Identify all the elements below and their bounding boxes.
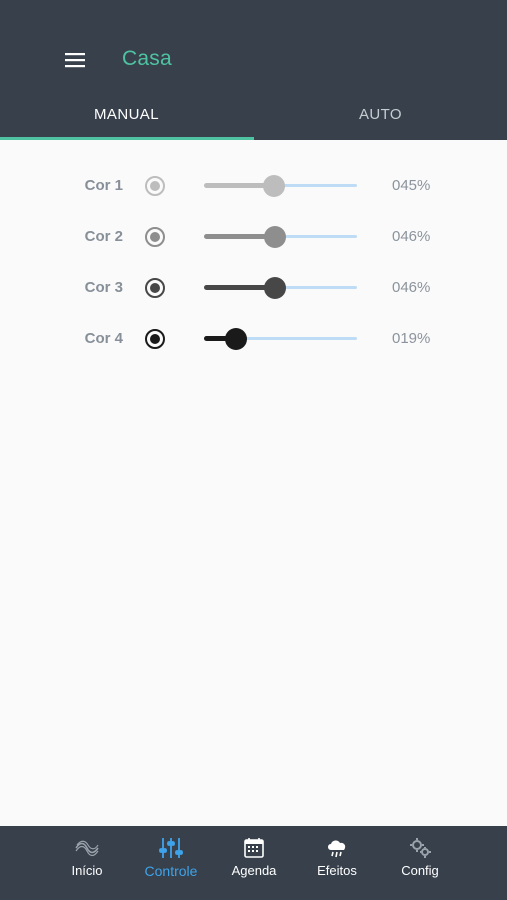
nav-label: Efeitos [317,863,357,878]
color-label: Cor 1 [84,177,123,194]
color-slider[interactable] [204,223,357,251]
nav-item-controle[interactable]: Controle [131,826,211,900]
color-percentage: 046% [392,228,431,245]
color-slider[interactable] [204,325,357,353]
nav-item-config[interactable]: Config [380,826,460,900]
nav-label: Agenda [231,863,277,878]
nav-item-agenda[interactable]: Agenda [214,826,294,900]
color-radio-button[interactable] [144,328,166,350]
cloud-rain-icon [328,840,346,858]
color-row: Cor 4 019% [0,319,507,359]
color-row: Cor 1 045% [0,166,507,206]
nav-label: Início [71,863,103,878]
color-label: Cor 2 [84,228,123,245]
slider-thumb[interactable] [225,328,248,350]
tab-auto[interactable]: AUTO [254,88,507,140]
nav-label: Config [401,863,439,878]
calendar-icon [244,838,264,858]
color-percentage: 019% [392,330,431,347]
tab-manual[interactable]: MANUAL [0,88,253,140]
color-radio-button[interactable] [144,226,166,248]
page-title: Casa [122,47,172,70]
color-slider[interactable] [204,172,357,200]
slider-thumb[interactable] [262,175,285,197]
app-bar: Casa MANUAL AUTO [0,0,507,140]
nav-item-inicio[interactable]: Início [47,826,127,900]
slider-thumb[interactable] [264,277,287,299]
wave-icon [75,840,99,857]
color-percentage: 045% [392,177,431,194]
bottom-navigation: Início Controle Agenda Efeitos Config [0,826,507,900]
nav-label: Controle [144,863,198,879]
nav-item-efeitos[interactable]: Efeitos [297,826,377,900]
color-slider[interactable] [204,274,357,302]
slider-thumb[interactable] [264,226,287,248]
color-radio-button[interactable] [144,277,166,299]
hamburger-icon [65,53,85,68]
sliders-icon [159,838,183,858]
menu-button[interactable] [60,46,90,74]
color-radio-button[interactable] [144,175,166,197]
color-label: Cor 4 [84,330,123,347]
color-percentage: 046% [392,279,431,296]
color-row: Cor 3 046% [0,268,507,308]
color-label: Cor 3 [84,279,123,296]
color-row: Cor 2 046% [0,217,507,257]
gears-icon [410,838,431,858]
tab-indicator [0,137,254,140]
